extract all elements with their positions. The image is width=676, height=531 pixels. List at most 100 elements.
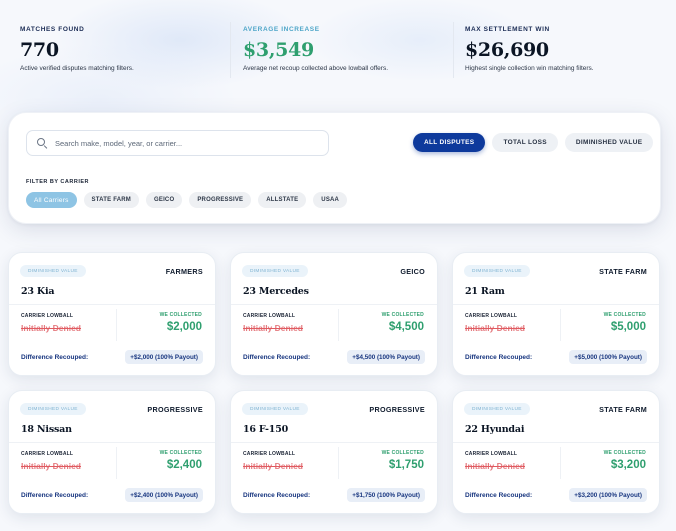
result-card[interactable]: DIMINISHED VALUE PROGRESSIVE 16 F-150 CA… xyxy=(230,390,438,514)
collected-value: $2,000 xyxy=(166,321,202,333)
divider xyxy=(9,304,215,305)
divider xyxy=(338,309,339,341)
tab-diminished-value[interactable]: DIMINISHED VALUE xyxy=(564,133,654,152)
stat-matches-found: MATCHES FOUND 770 Active verified disput… xyxy=(20,26,225,86)
lowball-label: CARRIER LOWBALL xyxy=(21,313,74,319)
collected-value: $1,750 xyxy=(388,459,424,471)
difference-pill: +$2,400 (100% Payout) xyxy=(125,488,203,502)
carrier-name: STATE FARM xyxy=(599,405,647,414)
type-badge: DIMINISHED VALUE xyxy=(464,403,530,415)
carrier-name: PROGRESSIVE xyxy=(147,405,203,414)
stat-divider xyxy=(453,22,454,78)
difference-label: Difference Recouped: xyxy=(21,354,89,361)
type-badge: DIMINISHED VALUE xyxy=(464,265,530,277)
lowball-label: CARRIER LOWBALL xyxy=(243,313,296,319)
divider xyxy=(338,447,339,479)
difference-pill: +$5,000 (100% Payout) xyxy=(569,350,647,364)
lowball-value: Initially Denied xyxy=(465,461,525,471)
vehicle-title: 23 Mercedes xyxy=(243,286,309,297)
difference-label: Difference Recouped: xyxy=(243,354,311,361)
difference-label: Difference Recouped: xyxy=(21,492,89,499)
collected-label: WE COLLECTED xyxy=(159,450,202,456)
difference-pill: +$2,000 (100% Payout) xyxy=(125,350,203,364)
divider xyxy=(560,309,561,341)
collected-value: $5,000 xyxy=(610,321,646,333)
chip-state-farm[interactable]: STATE FARM xyxy=(83,192,139,208)
chip-all-carriers[interactable]: All Carriers xyxy=(26,192,77,208)
stat-label: MATCHES FOUND xyxy=(20,26,85,33)
type-badge: DIMINISHED VALUE xyxy=(242,403,308,415)
dispute-type-tabs: ALL DISPUTES TOTAL LOSS DIMINISHED VALUE xyxy=(413,133,654,152)
search-icon xyxy=(37,138,47,148)
divider xyxy=(453,442,659,443)
lowball-label: CARRIER LOWBALL xyxy=(465,451,518,457)
stat-value: 770 xyxy=(20,39,59,61)
collected-label: WE COLLECTED xyxy=(381,312,424,318)
result-card[interactable]: DIMINISHED VALUE PROGRESSIVE 18 Nissan C… xyxy=(8,390,216,514)
type-badge: DIMINISHED VALUE xyxy=(20,265,86,277)
collected-value: $2,400 xyxy=(166,459,202,471)
divider xyxy=(116,447,117,479)
divider xyxy=(231,304,437,305)
chip-usaa[interactable]: USAA xyxy=(313,192,348,208)
chip-allstate[interactable]: ALLSTATE xyxy=(258,192,307,208)
carrier-name: STATE FARM xyxy=(599,267,647,276)
collected-label: WE COLLECTED xyxy=(603,312,646,318)
stat-label: MAX SETTLEMENT WIN xyxy=(465,26,550,33)
lowball-label: CARRIER LOWBALL xyxy=(243,451,296,457)
carrier-name: PROGRESSIVE xyxy=(369,405,425,414)
difference-pill: +$1,750 (100% Payout) xyxy=(347,488,425,502)
carrier-name: FARMERS xyxy=(165,267,203,276)
stat-description: Active verified disputes matching filter… xyxy=(20,65,134,72)
result-card[interactable]: DIMINISHED VALUE FARMERS 23 Kia CARRIER … xyxy=(8,252,216,376)
stat-max-settlement: MAX SETTLEMENT WIN $26,690 Highest singl… xyxy=(465,26,665,86)
stat-average-increase: AVERAGE INCREASE $3,549 Average net reco… xyxy=(243,26,448,86)
collected-label: WE COLLECTED xyxy=(159,312,202,318)
result-card[interactable]: DIMINISHED VALUE STATE FARM 22 Hyundai C… xyxy=(452,390,660,514)
lowball-label: CARRIER LOWBALL xyxy=(465,313,518,319)
lowball-label: CARRIER LOWBALL xyxy=(21,451,74,457)
difference-label: Difference Recouped: xyxy=(465,354,533,361)
difference-pill: +$3,200 (100% Payout) xyxy=(569,488,647,502)
search-input[interactable] xyxy=(55,138,315,148)
tab-total-loss[interactable]: TOTAL LOSS xyxy=(492,133,558,152)
stat-description: Average net recoup collected above lowba… xyxy=(243,65,389,72)
search-box[interactable] xyxy=(26,130,329,156)
lowball-value: Initially Denied xyxy=(243,461,303,471)
type-badge: DIMINISHED VALUE xyxy=(242,265,308,277)
lowball-value: Initially Denied xyxy=(21,323,81,333)
stat-divider xyxy=(230,22,231,78)
divider xyxy=(9,442,215,443)
difference-label: Difference Recouped: xyxy=(465,492,533,499)
vehicle-title: 23 Kia xyxy=(21,286,55,297)
divider xyxy=(231,442,437,443)
carrier-name: GEICO xyxy=(400,267,425,276)
stats-row: MATCHES FOUND 770 Active verified disput… xyxy=(0,0,676,100)
vehicle-title: 16 F-150 xyxy=(243,424,289,435)
stat-value: $26,690 xyxy=(465,39,549,61)
result-card[interactable]: DIMINISHED VALUE GEICO 23 Mercedes CARRI… xyxy=(230,252,438,376)
tab-all-disputes[interactable]: ALL DISPUTES xyxy=(413,133,486,152)
lowball-value: Initially Denied xyxy=(243,323,303,333)
carrier-filter-chips: All Carriers STATE FARM GEICO PROGRESSIV… xyxy=(26,192,348,208)
stat-label: AVERAGE INCREASE xyxy=(243,26,320,33)
stat-value: $3,549 xyxy=(243,39,314,61)
collected-value: $3,200 xyxy=(610,459,646,471)
search-filter-panel: ALL DISPUTES TOTAL LOSS DIMINISHED VALUE… xyxy=(8,112,661,224)
divider xyxy=(453,304,659,305)
chip-geico[interactable]: GEICO xyxy=(146,192,183,208)
stat-description: Highest single collection win matching f… xyxy=(465,65,594,72)
difference-pill: +$4,500 (100% Payout) xyxy=(347,350,425,364)
collected-label: WE COLLECTED xyxy=(603,450,646,456)
vehicle-title: 21 Ram xyxy=(465,286,505,297)
chip-progressive[interactable]: PROGRESSIVE xyxy=(189,192,252,208)
filter-by-carrier-label: FILTER BY CARRIER xyxy=(26,179,89,185)
result-card[interactable]: DIMINISHED VALUE STATE FARM 21 Ram CARRI… xyxy=(452,252,660,376)
lowball-value: Initially Denied xyxy=(465,323,525,333)
lowball-value: Initially Denied xyxy=(21,461,81,471)
type-badge: DIMINISHED VALUE xyxy=(20,403,86,415)
vehicle-title: 18 Nissan xyxy=(21,424,72,435)
divider xyxy=(560,447,561,479)
difference-label: Difference Recouped: xyxy=(243,492,311,499)
divider xyxy=(116,309,117,341)
